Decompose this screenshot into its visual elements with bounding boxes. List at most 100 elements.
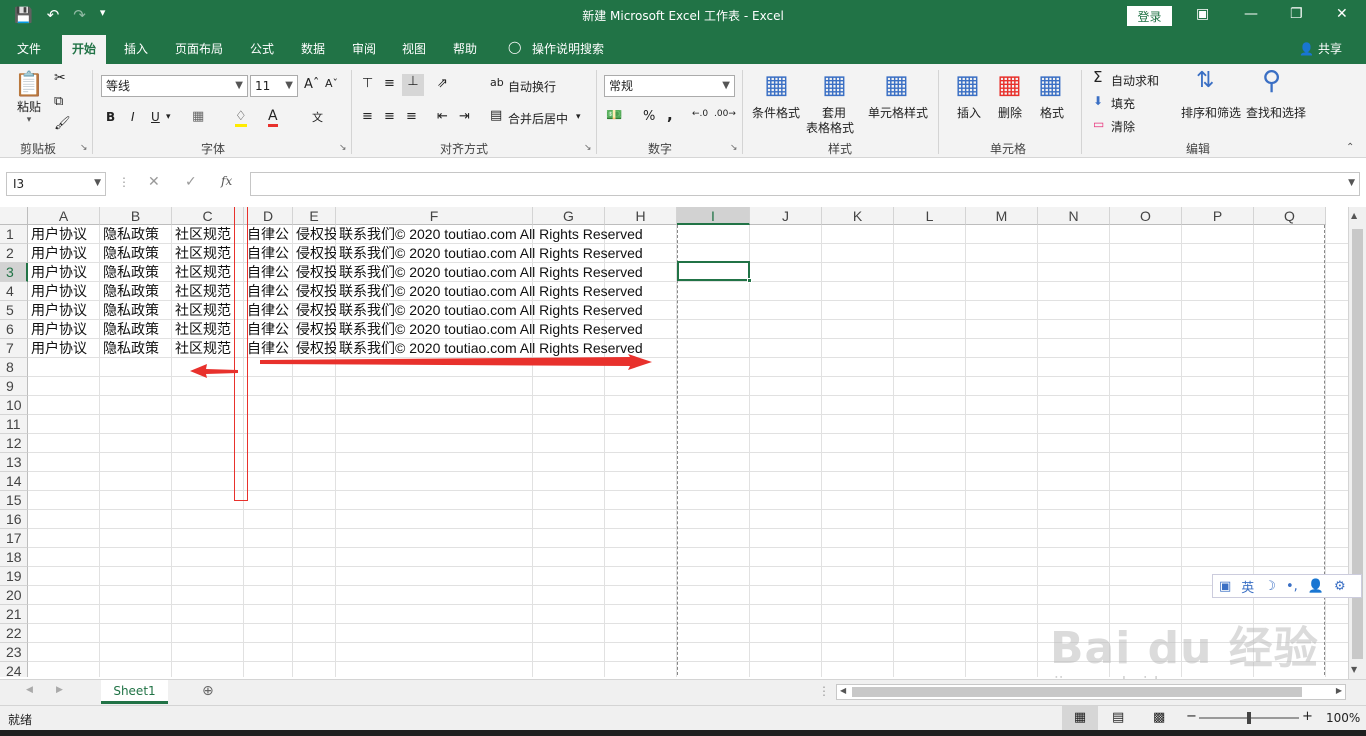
worksheet-grid[interactable]: ABCDEFGHIJKLMNOPQ 1 2 3 4 5 6 7 8 9 10 11 12 13 14 15 1… [0, 207, 1348, 677]
italic-button[interactable]: I [131, 110, 135, 124]
restore-icon[interactable]: ❐ [1290, 6, 1303, 22]
cut-icon[interactable]: ✂ [54, 70, 66, 86]
ribbon-display-icon[interactable]: ▣ [1196, 6, 1209, 22]
enter-icon[interactable]: ✓ [185, 174, 197, 190]
status-bar: 就绪 ▦ ▤ ▩ − + 100% [0, 705, 1366, 730]
dialog-launcher-icon[interactable]: ↘ [584, 143, 592, 153]
page-break-view-icon[interactable]: ▩ [1153, 710, 1165, 725]
fill-color-icon[interactable]: ♢ [235, 109, 247, 127]
zoom-level[interactable]: 100% [1326, 711, 1360, 725]
punctuation-icon[interactable]: •, [1286, 579, 1298, 594]
merge-center-button[interactable]: 合并后居中 [508, 110, 568, 127]
chevron-down-icon: ▼ [722, 80, 730, 91]
percent-button[interactable]: % [643, 109, 655, 124]
borders-icon[interactable]: ▦ [192, 109, 204, 124]
align-middle-icon[interactable]: ≡ [384, 76, 395, 91]
bold-button[interactable]: B [106, 110, 115, 124]
zoom-slider-thumb[interactable] [1247, 712, 1251, 724]
ime-language[interactable]: 英 [1241, 577, 1254, 596]
autosum-button[interactable]: 自动求和 [1111, 72, 1159, 89]
cancel-icon[interactable]: ✕ [148, 174, 160, 190]
number-format-select[interactable]: 常规 ▼ [604, 75, 735, 97]
font-name-select[interactable]: 等线 ▼ [101, 75, 248, 97]
copy-icon[interactable]: ⧉ [54, 94, 63, 109]
tab-formulas[interactable]: 公式 [250, 40, 274, 57]
zoom-out-icon[interactable]: − [1186, 709, 1197, 724]
increase-font-icon[interactable]: Aˆ [304, 77, 319, 92]
scroll-left-icon[interactable]: ◀ [840, 686, 846, 695]
cell-styles-icon: ▦ [884, 70, 909, 100]
decrease-decimal-icon[interactable]: .00→ [714, 109, 736, 119]
sort-filter-button[interactable]: 排序和筛选 [1181, 104, 1241, 121]
underline-button[interactable]: U [151, 110, 160, 124]
settings-icon[interactable]: ⚙ [1334, 579, 1346, 594]
scroll-up-icon[interactable]: ▲ [1351, 211, 1357, 220]
chevron-down-icon[interactable]: ▾ [166, 112, 171, 122]
align-center-icon[interactable]: ≡ [384, 109, 395, 124]
increase-decimal-icon[interactable]: ←.0 [692, 109, 708, 119]
decrease-indent-icon[interactable]: ⇤ [437, 109, 448, 124]
tab-view[interactable]: 视图 [402, 40, 426, 57]
moon-icon[interactable]: ☽ [1264, 579, 1276, 594]
page-layout-view-icon[interactable]: ▤ [1112, 710, 1124, 725]
format-cells-button[interactable]: 格式 [1040, 104, 1064, 121]
conditional-format-button[interactable]: 条件格式 [752, 104, 800, 121]
insert-function-button[interactable]: fx [221, 174, 232, 188]
horizontal-scrollbar[interactable]: ◀ ▶ [836, 684, 1346, 700]
cell-styles-button[interactable]: 单元格样式 [868, 104, 928, 121]
tab-home[interactable]: 开始 [62, 35, 107, 64]
scroll-down-icon[interactable]: ▼ [1351, 665, 1357, 674]
align-bottom-icon[interactable]: ⊥ [402, 74, 424, 96]
insert-cells-button[interactable]: 插入 [957, 104, 981, 121]
decrease-font-icon[interactable]: Aˇ [325, 77, 338, 90]
vertical-scrollbar[interactable]: ▲ ▼ [1348, 207, 1366, 679]
divider [92, 70, 93, 154]
close-icon[interactable]: ✕ [1336, 6, 1348, 22]
scroll-right-icon[interactable]: ▶ [1336, 686, 1342, 695]
formula-input[interactable]: ▼ [250, 172, 1360, 196]
paste-button[interactable]: 📋 粘贴 ▾ [14, 70, 44, 125]
ime-switch-icon[interactable]: ▣ [1219, 579, 1231, 594]
orientation-icon[interactable]: ⇗ [437, 76, 448, 91]
chevron-down-icon[interactable]: ▾ [576, 112, 581, 122]
align-right-icon[interactable]: ≡ [406, 109, 417, 124]
comma-button[interactable]: , [667, 106, 673, 124]
phonetic-icon[interactable]: 文 [312, 109, 323, 125]
sheet-tab[interactable]: Sheet1 [101, 680, 168, 704]
minimize-icon[interactable]: — [1244, 6, 1258, 22]
find-select-button[interactable]: 查找和选择 [1246, 104, 1306, 121]
scroll-thumb[interactable] [852, 687, 1302, 697]
dialog-launcher-icon[interactable]: ↘ [730, 143, 738, 153]
format-painter-icon[interactable]: 🖌 [54, 116, 71, 131]
tab-file[interactable]: 文件 [17, 40, 41, 57]
tell-me-search[interactable]: 操作说明搜索 [532, 40, 604, 57]
fill-button[interactable]: 填充 [1111, 95, 1135, 112]
clear-button[interactable]: 清除 [1111, 118, 1135, 135]
tab-page-layout[interactable]: 页面布局 [175, 40, 223, 57]
zoom-in-icon[interactable]: + [1302, 709, 1313, 724]
share-button[interactable]: 👤 共享 [1299, 40, 1342, 57]
dialog-launcher-icon[interactable]: ↘ [80, 143, 88, 153]
delete-cells-button[interactable]: 删除 [998, 104, 1022, 121]
tab-insert[interactable]: 插入 [124, 40, 148, 57]
font-size-select[interactable]: 11 ▼ [250, 75, 298, 97]
tab-help[interactable]: 帮助 [453, 40, 477, 57]
add-sheet-icon[interactable]: ⊕ [202, 683, 214, 699]
next-sheet-icon[interactable]: ▶ [56, 685, 63, 695]
accounting-format-icon[interactable]: 💵 [606, 108, 622, 123]
wrap-text-button[interactable]: 自动换行 [508, 78, 556, 95]
tab-data[interactable]: 数据 [301, 40, 325, 57]
prev-sheet-icon[interactable]: ◀ [26, 685, 33, 695]
normal-view-icon[interactable]: ▦ [1062, 706, 1098, 730]
align-top-icon[interactable]: ⊤ [362, 76, 373, 91]
user-icon[interactable]: 👤 [1308, 579, 1324, 594]
increase-indent-icon[interactable]: ⇥ [459, 109, 470, 124]
font-color-icon[interactable]: A [268, 108, 278, 127]
watermark-brand: Bai du 经验 [1050, 623, 1319, 674]
collapse-ribbon-icon[interactable]: ⌃ [1346, 142, 1354, 153]
dialog-launcher-icon[interactable]: ↘ [339, 143, 347, 153]
name-box[interactable]: I3 ▼ [6, 172, 106, 196]
align-left-icon[interactable]: ≡ [362, 109, 373, 124]
login-button[interactable]: 登录 [1127, 6, 1172, 26]
tab-review[interactable]: 审阅 [352, 40, 376, 57]
